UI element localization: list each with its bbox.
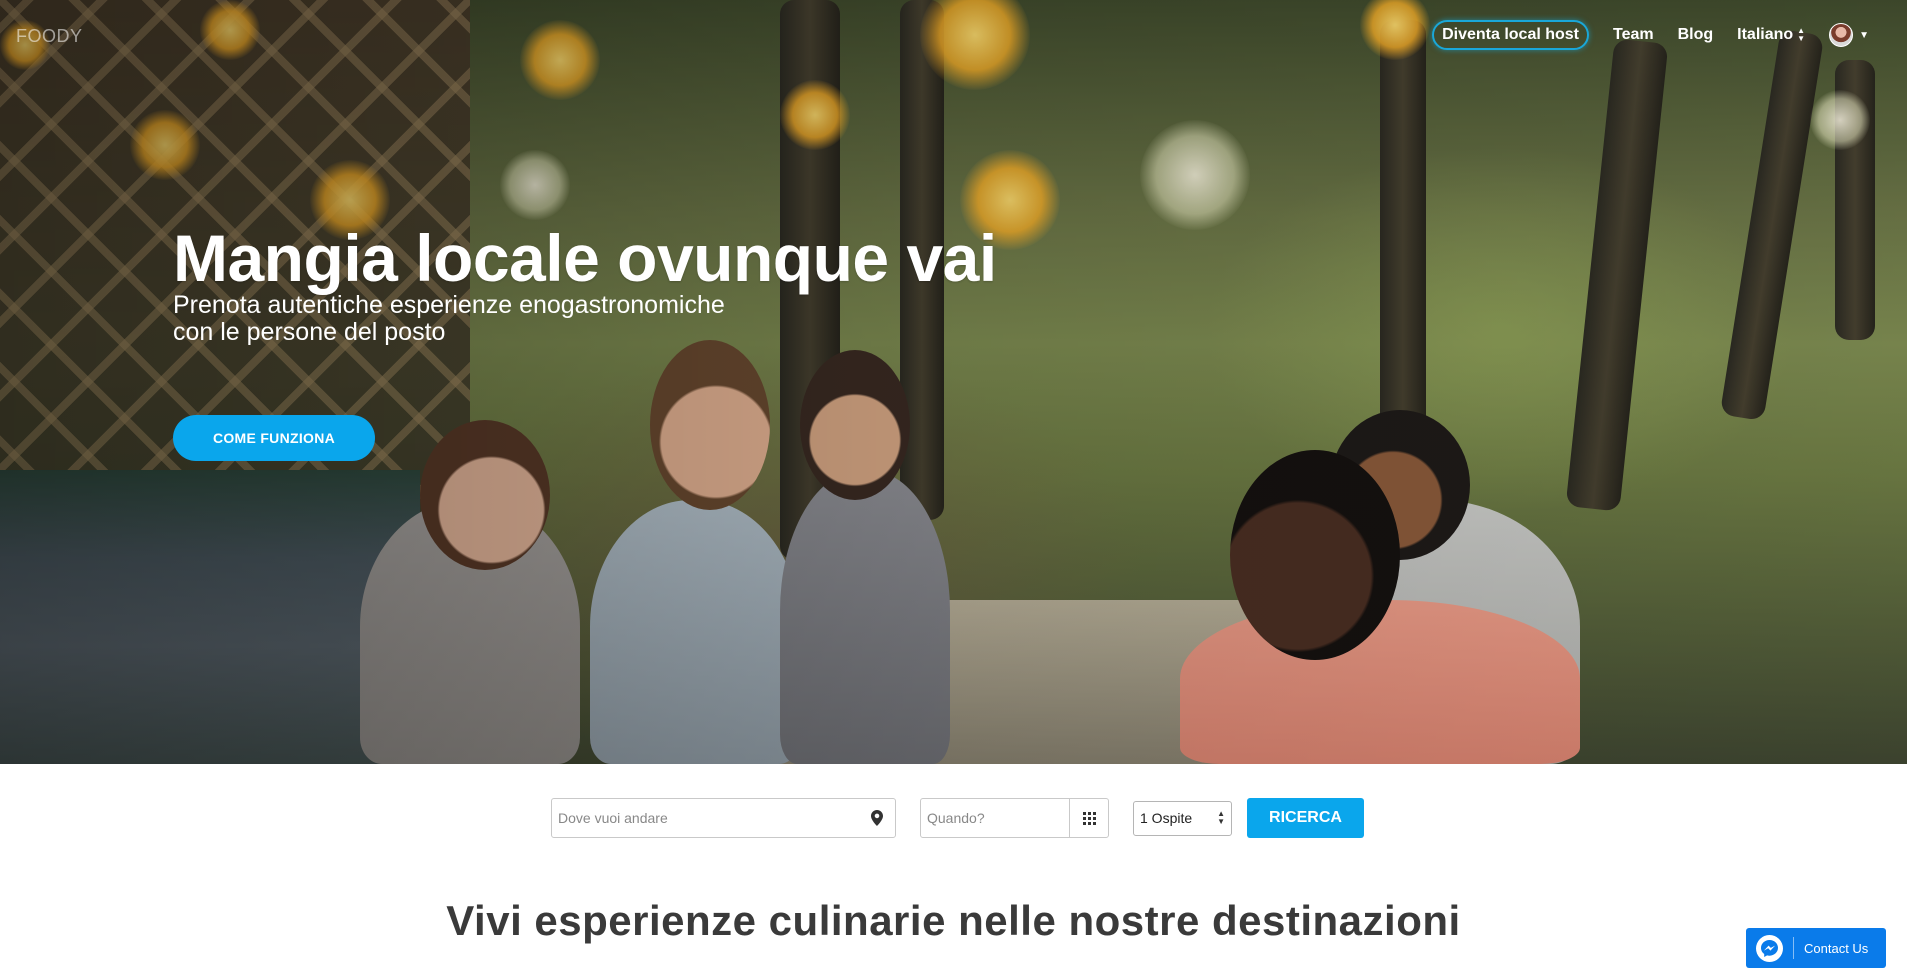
destinations-heading: Vivi esperienze culinarie nelle nostre d… — [446, 897, 1461, 944]
date-input[interactable] — [921, 799, 1069, 837]
caret-down-icon: ▼ — [1859, 29, 1869, 41]
search-button[interactable]: RICERCA — [1247, 798, 1364, 838]
language-select[interactable]: Italiano ▲ ▼ — [1737, 26, 1805, 44]
calendar-button[interactable] — [1069, 799, 1108, 837]
search-bar: 1 Ospite ▲▼ RICERCA — [551, 798, 1364, 838]
contact-us-button[interactable]: Contact Us — [1746, 928, 1886, 968]
avatar — [1829, 23, 1854, 47]
select-arrows-icon: ▲ ▼ — [1217, 809, 1225, 826]
blog-link[interactable]: Blog — [1678, 26, 1714, 44]
calendar-grid-icon — [1082, 811, 1096, 825]
hero-overlay — [0, 0, 1907, 764]
hero-title: Mangia locale ovunque vai — [173, 221, 997, 295]
team-link[interactable]: Team — [1613, 26, 1654, 44]
brand-logo[interactable]: FOODY — [16, 26, 83, 47]
contact-label: Contact Us — [1804, 940, 1869, 956]
top-navigation: Diventa local host Team Blog Italiano ▲ ▼… — [1432, 20, 1869, 50]
hero-background — [0, 0, 1907, 764]
destination-field — [551, 798, 896, 838]
language-label: Italiano — [1737, 26, 1794, 43]
date-field — [920, 798, 1109, 838]
hero-subtitle-line: con le persone del posto — [173, 318, 446, 346]
select-arrows-icon: ▲ ▼ — [1797, 26, 1806, 43]
messenger-icon — [1756, 934, 1783, 962]
destination-input[interactable] — [552, 799, 852, 837]
guests-value: 1 Ospite — [1140, 810, 1193, 826]
guests-select[interactable]: 1 Ospite ▲ ▼ — [1133, 800, 1232, 836]
user-menu[interactable]: ▼ — [1829, 23, 1869, 47]
how-it-works-button[interactable]: COME FUNZIONA — [173, 415, 375, 461]
divider — [1793, 937, 1794, 959]
hero-subtitle-line: Prenota autentiche esperienze enogastron… — [173, 291, 725, 319]
map-pin-icon — [871, 810, 883, 826]
become-host-link[interactable]: Diventa local host — [1432, 20, 1589, 50]
hero-subtitle: Prenota autentiche esperienze enogastron… — [173, 292, 873, 346]
